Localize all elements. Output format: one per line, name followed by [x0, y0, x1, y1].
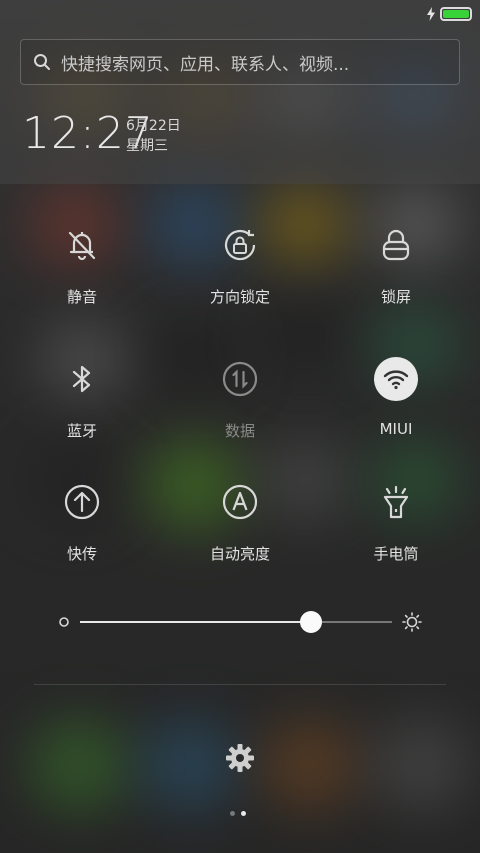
toggle-bluetooth[interactable]: 蓝牙: [2, 356, 162, 456]
toggle-auto-brightness[interactable]: 自动亮度: [160, 479, 320, 579]
flashlight-icon: [373, 479, 419, 525]
divider: [34, 684, 446, 685]
toggle-wifi[interactable]: MIUI: [316, 356, 476, 456]
brightness-high-icon: [402, 612, 422, 632]
toggle-label: 数据: [224, 422, 255, 440]
upload-icon: [59, 479, 105, 525]
page-dot-active: [241, 811, 246, 816]
mobile-data-icon: [217, 356, 263, 402]
wallpaper-blob: [30, 720, 130, 810]
page-dot: [230, 811, 235, 816]
battery-fill: [443, 10, 469, 18]
bluetooth-icon: [59, 356, 105, 402]
wifi-toggle-indicator: [373, 356, 419, 402]
toggle-label: 方向锁定: [209, 288, 270, 306]
lock-icon: [373, 222, 419, 268]
toggle-label: 自动亮度: [209, 545, 270, 563]
rotation-lock-icon: [217, 222, 263, 268]
toggle-label: MIUI: [379, 420, 413, 438]
brightness-thumb[interactable]: [299, 611, 322, 633]
gear-icon: [226, 744, 254, 772]
date-label: 6月22日: [126, 118, 181, 134]
toggle-mute[interactable]: 静音: [2, 222, 162, 322]
auto-brightness-icon: [217, 479, 263, 525]
search-icon: [34, 54, 50, 70]
battery-icon: [440, 7, 472, 21]
toggle-lock-screen[interactable]: 锁屏: [316, 222, 476, 322]
brightness-track[interactable]: [80, 621, 392, 623]
toggle-rotation-lock[interactable]: 方向锁定: [160, 222, 320, 322]
brightness-track-fill: [80, 621, 311, 623]
clock-date[interactable]: 6月22日 星期三: [126, 116, 181, 156]
search-bar[interactable]: 快捷搜索网页、应用、联系人、视频...: [20, 39, 460, 85]
charging-icon: [427, 7, 435, 21]
brightness-low-icon: [59, 617, 69, 627]
toggle-label: 手电筒: [373, 545, 419, 563]
wifi-icon: [374, 357, 418, 401]
bell-off-icon: [59, 222, 105, 268]
page-indicator: [230, 811, 246, 816]
brightness-slider[interactable]: [56, 608, 426, 636]
toggle-label: 锁屏: [380, 288, 411, 306]
toggle-label: 静音: [66, 288, 97, 306]
toggle-flashlight[interactable]: 手电筒: [316, 479, 476, 579]
search-placeholder: 快捷搜索网页、应用、联系人、视频...: [61, 54, 350, 75]
wallpaper-blob: [370, 720, 470, 810]
wallpaper-blob: [260, 720, 360, 810]
toggle-label: 蓝牙: [66, 422, 97, 440]
settings-button[interactable]: [224, 742, 256, 774]
status-bar: [0, 0, 480, 28]
toggle-label: 快传: [66, 545, 97, 563]
toggle-mobile-data[interactable]: 数据: [160, 356, 320, 456]
weekday-label: 星期三: [126, 138, 168, 154]
toggle-quick-transfer[interactable]: 快传: [2, 479, 162, 579]
